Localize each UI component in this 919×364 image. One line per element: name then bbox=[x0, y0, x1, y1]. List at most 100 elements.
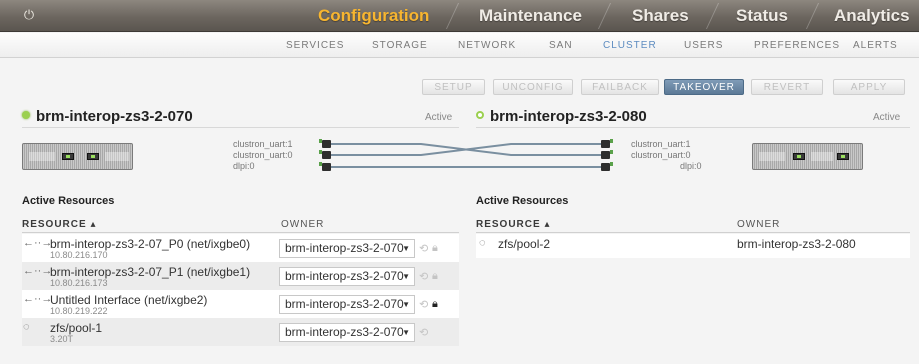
refresh-icon[interactable]: ⟲ bbox=[419, 242, 428, 255]
pool-icon: ◌ bbox=[479, 237, 486, 249]
nav-separator bbox=[805, 3, 820, 29]
status-led-icon bbox=[476, 111, 484, 119]
table-row[interactable]: ◌ zfs/pool-2 brm-interop-zs3-2-080 bbox=[476, 234, 910, 258]
nav-separator bbox=[597, 3, 612, 29]
port-icon bbox=[837, 153, 849, 160]
tab-status[interactable]: Status bbox=[736, 0, 788, 32]
drive-bay bbox=[811, 152, 833, 161]
port-icon bbox=[62, 153, 74, 160]
link-line bbox=[331, 143, 601, 156]
subnav-users[interactable]: USERS bbox=[684, 40, 723, 51]
chevron-down-icon: ▼ bbox=[402, 328, 410, 337]
owner-value: brm-interop-zs3-2-080 bbox=[737, 237, 856, 251]
subnav-alerts[interactable]: ALERTS bbox=[853, 40, 898, 51]
connector-icon bbox=[601, 139, 613, 148]
unconfig-button[interactable]: UNCONFIG bbox=[493, 79, 573, 95]
chevron-down-icon: ▼ bbox=[402, 300, 410, 309]
refresh-icon[interactable]: ⟲ bbox=[419, 270, 428, 283]
column-header-owner[interactable]: OWNER bbox=[281, 219, 324, 230]
network-icon: ←··→ bbox=[23, 265, 53, 277]
resource-name: zfs/pool-2 bbox=[498, 237, 551, 251]
nav-separator bbox=[705, 3, 720, 29]
table-row[interactable]: ←··→ Untitled Interface (net/ixgbe2) 10.… bbox=[22, 290, 459, 318]
port-icon bbox=[793, 153, 805, 160]
divider bbox=[476, 127, 910, 128]
port-icon bbox=[87, 153, 99, 160]
divider bbox=[22, 127, 459, 128]
tab-shares[interactable]: Shares bbox=[632, 0, 689, 32]
server-chassis-right[interactable] bbox=[752, 143, 863, 170]
node-name-right: brm-interop-zs3-2-080 bbox=[490, 108, 647, 125]
connector-icon bbox=[319, 162, 331, 171]
section-title-right: Active Resources bbox=[476, 195, 569, 207]
connector-icon bbox=[601, 162, 613, 171]
failback-button[interactable]: FAILBACK bbox=[581, 79, 659, 95]
nav-separator bbox=[445, 3, 460, 29]
interface-label: clustron_uart:1 bbox=[233, 139, 293, 149]
revert-button[interactable]: REVERT bbox=[751, 79, 823, 95]
refresh-icon[interactable]: ⟲ bbox=[419, 298, 428, 311]
node-title-right: brm-interop-zs3-2-080 bbox=[476, 108, 647, 125]
network-icon: ←··→ bbox=[23, 237, 53, 249]
node-status-left: Active bbox=[425, 112, 453, 123]
subnav-cluster[interactable]: CLUSTER bbox=[603, 40, 657, 51]
pool-icon: ◌ bbox=[23, 321, 30, 333]
sub-navigation: SERVICES STORAGE NETWORK SAN CLUSTER USE… bbox=[0, 33, 919, 58]
subnav-network[interactable]: NETWORK bbox=[458, 40, 516, 51]
table-row[interactable]: ←··→ brm-interop-zs3-2-07_P0 (net/ixgbe0… bbox=[22, 234, 459, 262]
column-header-owner[interactable]: OWNER bbox=[737, 219, 780, 230]
resource-size: 3.20T bbox=[50, 334, 74, 344]
tab-configuration[interactable]: Configuration bbox=[318, 0, 429, 32]
lock-icon[interactable]: 🔒︎ bbox=[432, 298, 438, 311]
connector-icon bbox=[319, 150, 331, 159]
node-title-left: brm-interop-zs3-2-070 bbox=[22, 108, 193, 125]
interface-label: clustron_uart:0 bbox=[233, 150, 293, 160]
interface-label: clustron_uart:1 bbox=[631, 139, 691, 149]
tab-analytics[interactable]: Analytics bbox=[834, 0, 910, 32]
owner-select[interactable]: brm-interop-zs3-2-070 ▼ bbox=[279, 323, 415, 342]
divider bbox=[476, 232, 910, 233]
table-row[interactable]: ◌ zfs/pool-1 3.20T brm-interop-zs3-2-070… bbox=[22, 318, 459, 346]
tab-maintenance[interactable]: Maintenance bbox=[479, 0, 582, 32]
resource-name: Untitled Interface (net/ixgbe2) bbox=[50, 293, 208, 307]
apply-button[interactable]: APPLY bbox=[833, 79, 905, 95]
table-row[interactable]: ←··→ brm-interop-zs3-2-07_P1 (net/ixgbe1… bbox=[22, 262, 459, 290]
power-icon[interactable]: ⏻ bbox=[22, 8, 36, 22]
resource-address: 10.80.216.170 bbox=[50, 250, 108, 260]
connector-icon bbox=[601, 150, 613, 159]
owner-select[interactable]: brm-interop-zs3-2-070 ▼ bbox=[279, 239, 415, 258]
owner-select[interactable]: brm-interop-zs3-2-070 ▼ bbox=[279, 267, 415, 286]
network-icon: ←··→ bbox=[23, 293, 53, 305]
column-header-resource[interactable]: RESOURCE ▴ bbox=[22, 219, 96, 230]
node-status-right: Active bbox=[873, 112, 901, 123]
setup-button[interactable]: SETUP bbox=[422, 79, 485, 95]
server-chassis-left[interactable] bbox=[22, 143, 133, 170]
interface-label: dlpi:0 bbox=[233, 161, 255, 171]
chevron-down-icon: ▼ bbox=[402, 272, 410, 281]
chevron-down-icon: ▼ bbox=[402, 244, 410, 253]
drive-bay bbox=[29, 152, 55, 161]
drive-bay bbox=[105, 152, 129, 161]
refresh-icon[interactable]: ⟲ bbox=[419, 326, 428, 339]
cluster-link-diagram bbox=[331, 143, 601, 168]
resource-name: brm-interop-zs3-2-07_P0 (net/ixgbe0) bbox=[50, 237, 251, 251]
section-title-left: Active Resources bbox=[22, 195, 115, 207]
lock-icon[interactable]: 🔒︎ bbox=[432, 270, 438, 283]
drive-bay bbox=[759, 152, 785, 161]
subnav-preferences[interactable]: PREFERENCES bbox=[754, 40, 840, 51]
subnav-san[interactable]: SAN bbox=[549, 40, 573, 51]
divider bbox=[22, 232, 459, 233]
interface-label: clustron_uart:0 bbox=[631, 150, 691, 160]
top-navigation-bar: ⏻ Configuration Maintenance Shares Statu… bbox=[0, 0, 919, 32]
connector-icon bbox=[319, 139, 331, 148]
resource-address: 10.80.216.173 bbox=[50, 278, 108, 288]
node-name-left: brm-interop-zs3-2-070 bbox=[36, 108, 193, 125]
lock-icon[interactable]: 🔒︎ bbox=[432, 242, 438, 255]
subnav-storage[interactable]: STORAGE bbox=[372, 40, 428, 51]
takeover-button[interactable]: TAKEOVER bbox=[664, 79, 744, 95]
subnav-services[interactable]: SERVICES bbox=[286, 40, 344, 51]
owner-select[interactable]: brm-interop-zs3-2-070 ▼ bbox=[279, 295, 415, 314]
column-header-resource[interactable]: RESOURCE ▴ bbox=[476, 219, 550, 230]
status-led-icon bbox=[22, 111, 30, 119]
resource-name: brm-interop-zs3-2-07_P1 (net/ixgbe1) bbox=[50, 265, 251, 279]
